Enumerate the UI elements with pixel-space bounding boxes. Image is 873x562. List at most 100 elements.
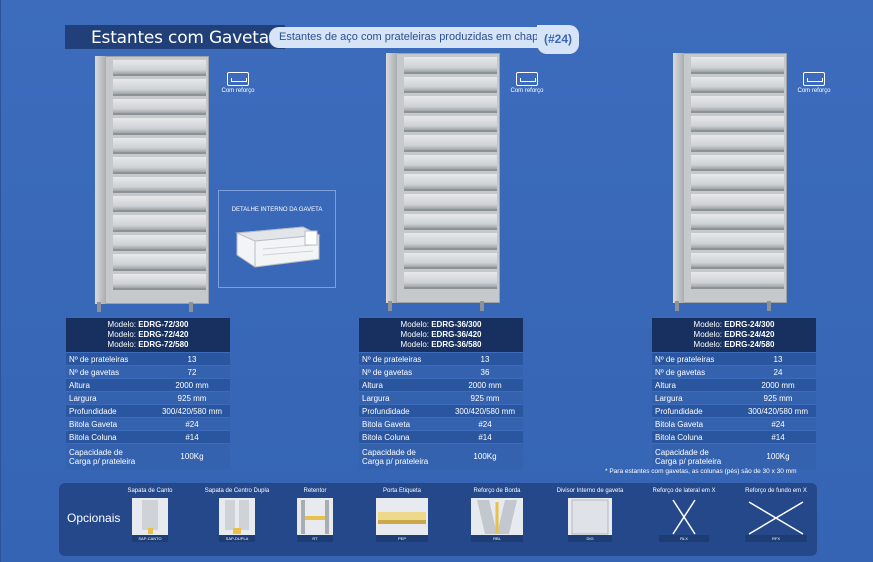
spec-row: Capacidade de Carga p/ prateleira 100Kg: [652, 443, 816, 469]
detail-label: DETALHE INTERNO DA GAVETA: [231, 207, 323, 213]
reinforce-label: Com reforço: [797, 88, 831, 94]
drawer-detail: DETALHE INTERNO DA GAVETA: [218, 190, 336, 288]
shelf-row: [404, 76, 497, 94]
spec-row: Profundidade 300/420/580 mm: [359, 404, 523, 417]
shelf-image-72: [95, 56, 209, 312]
shelf-row: [691, 213, 784, 231]
reinforce-badge-2: Com reforço: [497, 72, 557, 94]
optional-item: Divisor Interno de gaveta DIG: [556, 488, 624, 542]
optionals-title: Opcionais: [67, 511, 121, 525]
spec-table-72: Modelo: EDRG-72/300 Modelo: EDRG-72/420 …: [66, 318, 230, 469]
spec-row: Altura 2000 mm: [66, 378, 230, 391]
catalog-page: Estantes com Gavetas Estantes de aço com…: [0, 0, 873, 562]
shelf-row: [113, 98, 206, 116]
shelf-row: [404, 213, 497, 231]
shelf-row: [691, 154, 784, 172]
shelf-row: [404, 174, 497, 192]
label-holder-icon: PEP: [376, 498, 428, 542]
shelf-reinforce-icon: [803, 72, 825, 86]
side-x-brace-icon: RLX: [659, 498, 709, 542]
spec-row: Bitola Gaveta #24: [66, 417, 230, 430]
shelf-row: [404, 96, 497, 113]
shelf-row: [404, 135, 497, 152]
shelf-image-24: [673, 53, 787, 311]
shelf-row: [113, 215, 206, 232]
drawer-divider-icon: DIG: [568, 498, 612, 542]
corner-foot-icon: SAP-CANTO: [132, 498, 168, 542]
optional-item: Porta Etiqueta PEP: [367, 488, 437, 542]
spec-row: Nº de gavetas 36: [359, 365, 523, 378]
spec-row: Altura 2000 mm: [652, 378, 816, 391]
spec-row: Largura 925 mm: [359, 391, 523, 404]
shelf-row: [691, 115, 784, 133]
optional-item: Sapata de Centro Dupla SAP-DUPLA: [204, 488, 270, 542]
model-header: Modelo: EDRG-36/300 Modelo: EDRG-36/420 …: [359, 318, 523, 352]
shelf-row: [691, 96, 784, 113]
spec-row: Capacidade de Carga p/ prateleira 100Kg: [66, 443, 230, 469]
shelf-image-36: [386, 53, 500, 311]
optional-item: Retentor RT: [280, 488, 350, 542]
spec-row: Nº de prateleiras 13: [359, 352, 523, 365]
back-x-brace-icon: RFX: [745, 498, 807, 542]
shelf-row: [691, 76, 784, 94]
shelf-row: [691, 252, 784, 270]
spec-row: Bitola Coluna #14: [66, 430, 230, 443]
spec-row: Altura 2000 mm: [359, 378, 523, 391]
spec-row: Largura 925 mm: [652, 391, 816, 404]
spec-row: Nº de gavetas 72: [66, 365, 230, 378]
shelf-row: [691, 233, 784, 250]
spec-table-24: Modelo: EDRG-24/300 Modelo: EDRG-24/420 …: [652, 318, 816, 469]
spec-row: Nº de prateleiras 13: [66, 352, 230, 365]
footnote: * Para estantes com gavetas, as colunas …: [605, 468, 797, 475]
shelf-row: [113, 195, 206, 213]
model-header: Modelo: EDRG-24/300 Modelo: EDRG-24/420 …: [652, 318, 816, 352]
shelf-row: [113, 176, 206, 193]
spec-row: Bitola Gaveta #24: [652, 417, 816, 430]
shelf-row: [691, 272, 784, 289]
reinforce-badge-1: Com reforço: [208, 72, 268, 94]
shelf-row: [691, 174, 784, 192]
optional-item: Reforço de Borda RBL: [462, 488, 532, 542]
shelf-row: [404, 272, 497, 289]
shelf-row: [113, 254, 206, 271]
shelf-row: [404, 233, 497, 250]
double-foot-icon: SAP-DUPLA: [219, 498, 255, 542]
page-subtitle: Estantes de aço com prateleiras produzid…: [279, 31, 545, 43]
spec-row: Profundidade 300/420/580 mm: [652, 404, 816, 417]
spec-row: Bitola Gaveta #24: [359, 417, 523, 430]
shelf-row: [113, 273, 206, 291]
spec-row: Nº de prateleiras 13: [652, 352, 816, 365]
shelf-reinforce-icon: [227, 72, 249, 86]
reinforce-badge-3: Com reforço: [784, 72, 844, 94]
edge-reinforcement-icon: RBL: [471, 498, 523, 542]
shelf-row: [113, 118, 206, 135]
drawer-image: [235, 226, 321, 268]
shelf-row: [404, 194, 497, 211]
shelf-row: [404, 115, 497, 133]
shelf-row: [691, 57, 784, 74]
shelf-row: [113, 60, 206, 77]
optional-item: Sapata de Canto SAP-CANTO: [127, 488, 173, 542]
spec-row: Profundidade 300/420/580 mm: [66, 404, 230, 417]
shelf-row: [113, 137, 206, 155]
shelf-row: [691, 135, 784, 152]
reinforce-label: Com reforço: [221, 88, 255, 94]
reinforce-label: Com reforço: [510, 88, 544, 94]
shelf-row: [113, 234, 206, 252]
spec-row: Nº de gavetas 24: [652, 365, 816, 378]
optional-item: Reforço de lateral em X RLX: [652, 488, 716, 542]
gauge-code: (#24): [537, 25, 579, 54]
page-title: Estantes com Gavetas: [91, 28, 278, 48]
shelf-row: [113, 157, 206, 174]
spec-row: Largura 925 mm: [66, 391, 230, 404]
shelf-row: [691, 194, 784, 211]
retainer-icon: RT: [297, 498, 333, 542]
spec-row: Capacidade de Carga p/ prateleira 100Kg: [359, 443, 523, 469]
optional-item: Reforço de fundo em X RFX: [745, 488, 807, 542]
shelf-row: [404, 252, 497, 270]
spec-row: Bitola Coluna #14: [359, 430, 523, 443]
spec-row: Bitola Coluna #14: [652, 430, 816, 443]
shelf-row: [113, 79, 206, 96]
model-header: Modelo: EDRG-72/300 Modelo: EDRG-72/420 …: [66, 318, 230, 352]
shelf-row: [404, 154, 497, 172]
